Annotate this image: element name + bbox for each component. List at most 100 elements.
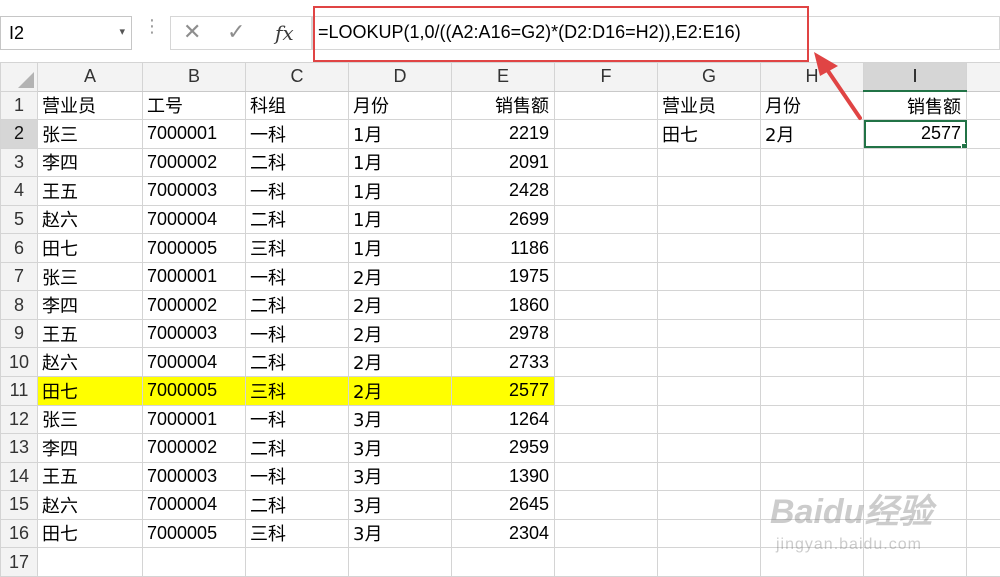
cell-a12[interactable]: 张三	[37, 404, 143, 435]
row-header[interactable]: 2	[0, 119, 38, 149]
cell-c3[interactable]: 二科	[245, 147, 349, 178]
cell-h10[interactable]	[760, 347, 864, 377]
cell-d4[interactable]: 1月	[348, 176, 452, 206]
column-header-d[interactable]: D	[348, 62, 452, 92]
cell-d3[interactable]: 1月	[348, 147, 452, 178]
cell-g8[interactable]	[657, 290, 761, 320]
cell-c13[interactable]: 二科	[245, 433, 349, 463]
cell-c1[interactable]: 科组	[245, 90, 349, 121]
cell-a14[interactable]: 王五	[37, 461, 143, 492]
cell-b13[interactable]: 7000002	[142, 433, 246, 463]
column-header-j[interactable]	[966, 62, 1000, 92]
cell-f8[interactable]	[554, 290, 658, 320]
cell-j7[interactable]	[966, 261, 1000, 292]
cell-i1[interactable]: 销售额	[863, 90, 967, 121]
cell-a6[interactable]: 田七	[37, 233, 143, 263]
cell-g2[interactable]: 田七	[657, 119, 761, 149]
cell-i4[interactable]	[863, 176, 967, 206]
cell-j9[interactable]	[966, 318, 1000, 349]
cell-i2[interactable]: 2577	[863, 119, 967, 149]
cell-f7[interactable]	[554, 261, 658, 292]
cell-e5[interactable]: 2699	[451, 204, 555, 235]
cell-i10[interactable]	[863, 347, 967, 377]
cell-d15[interactable]: 3月	[348, 490, 452, 520]
cell-e1[interactable]: 销售额	[451, 90, 555, 121]
cell-c15[interactable]: 二科	[245, 490, 349, 520]
cell-c6[interactable]: 三科	[245, 233, 349, 263]
cell-i11[interactable]	[863, 375, 967, 406]
cell-d13[interactable]: 3月	[348, 433, 452, 463]
row-header[interactable]: 9	[0, 318, 38, 349]
column-header-b[interactable]: B	[142, 62, 246, 92]
column-header-f[interactable]: F	[554, 62, 658, 92]
cell-d11[interactable]: 2月	[348, 375, 452, 406]
cell-g17[interactable]	[657, 547, 761, 577]
name-box-value[interactable]: I2	[9, 23, 24, 44]
cell-b3[interactable]: 7000002	[142, 147, 246, 178]
cell-b16[interactable]: 7000005	[142, 518, 246, 549]
cell-d12[interactable]: 3月	[348, 404, 452, 435]
cell-d1[interactable]: 月份	[348, 90, 452, 121]
cell-b17[interactable]	[142, 547, 246, 577]
cell-a7[interactable]: 张三	[37, 261, 143, 292]
cell-i13[interactable]	[863, 433, 967, 463]
row-header[interactable]: 4	[0, 176, 38, 206]
cell-c7[interactable]: 一科	[245, 261, 349, 292]
cell-i8[interactable]	[863, 290, 967, 320]
cell-e8[interactable]: 1860	[451, 290, 555, 320]
cell-h2[interactable]: 2月	[760, 119, 864, 149]
column-header-h[interactable]: H	[760, 62, 864, 92]
row-header[interactable]: 5	[0, 204, 38, 235]
cell-d16[interactable]: 3月	[348, 518, 452, 549]
cell-d5[interactable]: 1月	[348, 204, 452, 235]
cell-b7[interactable]: 7000001	[142, 261, 246, 292]
cell-a8[interactable]: 李四	[37, 290, 143, 320]
cell-b10[interactable]: 7000004	[142, 347, 246, 377]
cell-g1[interactable]: 营业员	[657, 90, 761, 121]
cell-d6[interactable]: 1月	[348, 233, 452, 263]
cancel-icon[interactable]: ✕	[183, 21, 201, 45]
cell-c17[interactable]	[245, 547, 349, 577]
cell-e14[interactable]: 1390	[451, 461, 555, 492]
cell-b6[interactable]: 7000005	[142, 233, 246, 263]
cell-e13[interactable]: 2959	[451, 433, 555, 463]
cell-e12[interactable]: 1264	[451, 404, 555, 435]
cell-b15[interactable]: 7000004	[142, 490, 246, 520]
cell-f15[interactable]	[554, 490, 658, 520]
cell-e7[interactable]: 1975	[451, 261, 555, 292]
cell-f1[interactable]	[554, 90, 658, 121]
cell-c9[interactable]: 一科	[245, 318, 349, 349]
cell-f3[interactable]	[554, 147, 658, 178]
cell-i6[interactable]	[863, 233, 967, 263]
cell-e6[interactable]: 1186	[451, 233, 555, 263]
cell-h11[interactable]	[760, 375, 864, 406]
cell-e16[interactable]: 2304	[451, 518, 555, 549]
cell-b8[interactable]: 7000002	[142, 290, 246, 320]
cell-d8[interactable]: 2月	[348, 290, 452, 320]
cell-j6[interactable]	[966, 233, 1000, 263]
cell-g4[interactable]	[657, 176, 761, 206]
cell-f10[interactable]	[554, 347, 658, 377]
cell-h1[interactable]: 月份	[760, 90, 864, 121]
cell-b5[interactable]: 7000004	[142, 204, 246, 235]
cell-h12[interactable]	[760, 404, 864, 435]
cell-a1[interactable]: 营业员	[37, 90, 143, 121]
cell-a13[interactable]: 李四	[37, 433, 143, 463]
fill-handle[interactable]	[961, 142, 966, 148]
cell-d10[interactable]: 2月	[348, 347, 452, 377]
cell-a3[interactable]: 李四	[37, 147, 143, 178]
name-box-dropdown-icon[interactable]: ▾	[119, 25, 125, 38]
cell-i5[interactable]	[863, 204, 967, 235]
cell-e10[interactable]: 2733	[451, 347, 555, 377]
row-header[interactable]: 13	[0, 433, 38, 463]
cell-a11[interactable]: 田七	[37, 375, 143, 406]
cell-j11[interactable]	[966, 375, 1000, 406]
cell-c12[interactable]: 一科	[245, 404, 349, 435]
cell-d17[interactable]	[348, 547, 452, 577]
cell-e9[interactable]: 2978	[451, 318, 555, 349]
row-header[interactable]: 16	[0, 518, 38, 549]
cell-d14[interactable]: 3月	[348, 461, 452, 492]
cell-j1[interactable]	[966, 90, 1000, 121]
cell-d2[interactable]: 1月	[348, 119, 452, 149]
row-header[interactable]: 14	[0, 461, 38, 492]
